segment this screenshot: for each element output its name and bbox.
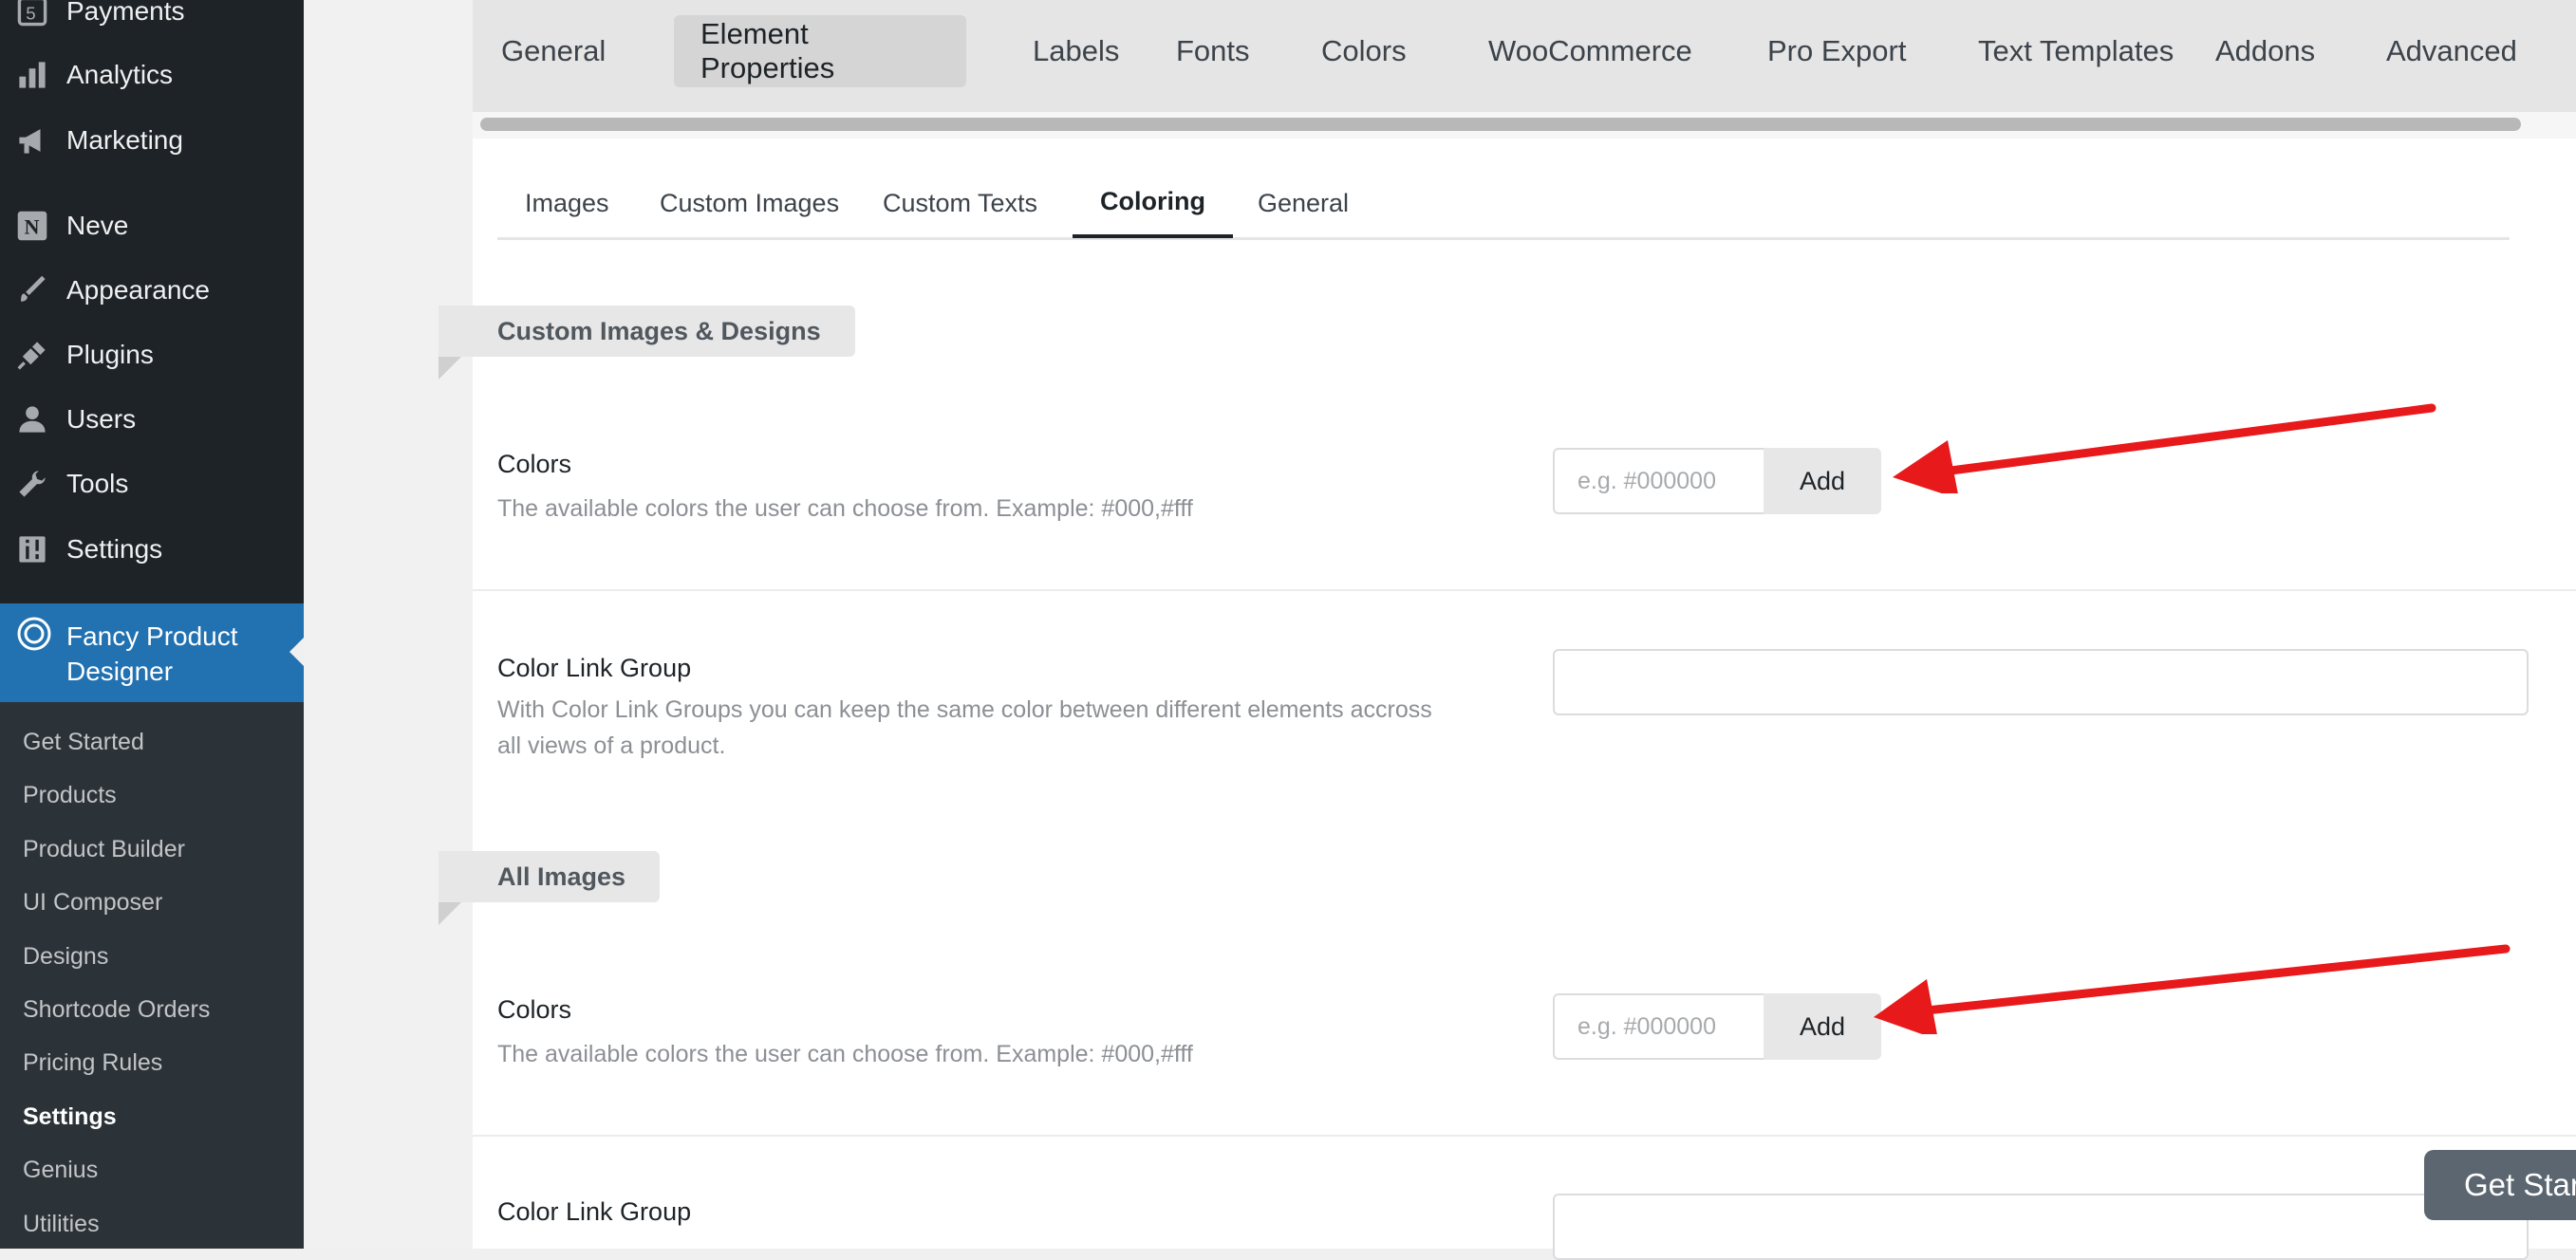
sidebar-item-users[interactable]: Users (0, 387, 304, 452)
sliders-icon (13, 530, 51, 568)
submenu-products[interactable]: Products (23, 782, 117, 809)
submenu-ui-composer[interactable]: UI Composer (23, 889, 162, 917)
sidebar-item-fancy-product-designer[interactable]: Fancy Product Designer (0, 603, 304, 702)
sidebar-item-label: Users (66, 404, 137, 434)
color-link-group-input[interactable] (1553, 1194, 2529, 1260)
sidebar-item-appearance[interactable]: Appearance (0, 258, 304, 323)
paintbrush-icon (13, 271, 51, 309)
submenu-utilities[interactable]: Utilities (23, 1211, 100, 1238)
color-link-group-input[interactable] (1553, 649, 2529, 715)
plug-icon (13, 336, 51, 374)
submenu-settings[interactable]: Settings (23, 1103, 117, 1131)
submenu-genius[interactable]: Genius (23, 1157, 98, 1184)
user-icon (13, 400, 51, 438)
sidebar-item-label: Fancy Product Designer (66, 621, 238, 686)
sidebar-item-analytics[interactable]: Analytics (0, 43, 304, 107)
subtab-custom-images[interactable]: Custom Images (632, 169, 867, 237)
color-hex-input[interactable] (1553, 448, 1764, 514)
add-color-button[interactable]: Add (1764, 448, 1881, 514)
tab-advanced[interactable]: Advanced (2360, 15, 2544, 87)
sidebar-item-label: Marketing (66, 125, 183, 155)
svg-text:5: 5 (26, 3, 35, 23)
tab-colors[interactable]: Colors (1295, 15, 1433, 87)
tab-fonts[interactable]: Fonts (1149, 15, 1277, 87)
row-divider (473, 1135, 2576, 1137)
sidebar-item-settings[interactable]: Settings (0, 517, 304, 582)
section-title: Custom Images & Designs (439, 306, 855, 357)
sidebar-item-label: Plugins (66, 340, 154, 369)
ribbon-fold (439, 357, 461, 380)
submenu-get-started[interactable]: Get Started (23, 729, 144, 756)
sub-tab-bar: Images Custom Images Custom Texts Colori… (497, 169, 2510, 240)
submenu-product-builder[interactable]: Product Builder (23, 836, 185, 863)
sidebar-item-label: Tools (66, 469, 129, 498)
annotation-arrow (1893, 403, 2436, 493)
subtab-coloring[interactable]: Coloring (1073, 169, 1233, 238)
sidebar-item-neve[interactable]: N Neve (0, 194, 304, 258)
fpd-ring-icon (15, 615, 53, 653)
sidebar-item-label: Neve (66, 211, 129, 240)
wrench-icon (13, 465, 51, 503)
colors-label: Colors (497, 995, 572, 1024)
analytics-icon (13, 56, 51, 94)
tab-scrollbar[interactable] (480, 118, 2521, 131)
settings-panel: General Element Properties Labels Fonts … (439, 0, 2576, 1260)
sidebar-item-plugins[interactable]: Plugins (0, 323, 304, 387)
colors-description: The available colors the user can choose… (497, 1041, 1193, 1067)
color-link-group-label: Color Link Group (497, 1197, 692, 1226)
submenu-pricing-rules[interactable]: Pricing Rules (23, 1049, 162, 1077)
current-menu-notch (289, 638, 304, 666)
admin-sidebar: 5 Payments Analytics Marketing N Neve Ap… (0, 0, 304, 1249)
sidebar-item-label: Payments (66, 0, 185, 26)
color-hex-input[interactable] (1553, 993, 1764, 1060)
section-title: All Images (439, 851, 661, 902)
row-divider (473, 589, 2576, 591)
tab-element-properties[interactable]: Element Properties (674, 15, 966, 87)
top-tab-bar: General Element Properties Labels Fonts … (473, 0, 2576, 112)
fpd-submenu: Get Started Products Product Builder UI … (0, 702, 304, 1249)
colors-label: Colors (497, 450, 572, 478)
tab-woocommerce[interactable]: WooCommerce (1462, 15, 1719, 87)
submenu-designs[interactable]: Designs (23, 943, 108, 971)
annotation-arrow (1874, 944, 2511, 1034)
color-link-group-description: With Color Link Groups you can keep the … (497, 696, 1432, 759)
sidebar-item-label: Appearance (66, 275, 211, 305)
submenu-shortcode-orders[interactable]: Shortcode Orders (23, 996, 210, 1024)
colors-description: The available colors the user can choose… (497, 495, 1193, 522)
tab-addons[interactable]: Addons (2189, 15, 2342, 87)
tab-labels[interactable]: Labels (1006, 15, 1146, 87)
ribbon-fold (439, 902, 461, 925)
subtab-images[interactable]: Images (497, 169, 637, 237)
color-link-group-label: Color Link Group (497, 654, 692, 682)
sidebar-item-label: Settings (66, 534, 163, 564)
payments-icon: 5 (13, 0, 51, 30)
get-started-floating-button[interactable]: Get Star (2424, 1150, 2576, 1220)
neve-icon: N (13, 207, 51, 245)
subtab-general[interactable]: General (1230, 169, 1376, 237)
tab-text-templates[interactable]: Text Templates (1951, 15, 2200, 87)
subtab-custom-texts[interactable]: Custom Texts (855, 169, 1065, 237)
sidebar-item-tools[interactable]: Tools (0, 452, 304, 516)
tab-pro-export[interactable]: Pro Export (1741, 15, 1932, 87)
sidebar-item-label: Analytics (66, 60, 174, 89)
sidebar-item-payments[interactable]: 5 Payments (0, 0, 304, 44)
main-content: General Element Properties Labels Fonts … (304, 0, 2576, 1260)
megaphone-icon (13, 121, 51, 159)
sidebar-item-marketing[interactable]: Marketing (0, 108, 304, 173)
svg-text:N: N (25, 215, 40, 239)
tab-general[interactable]: General (475, 15, 632, 87)
